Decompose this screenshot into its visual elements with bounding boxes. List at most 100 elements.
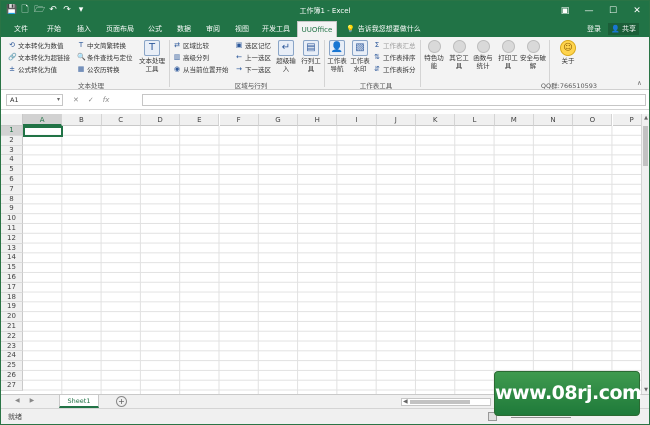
collapse-ribbon-icon[interactable]: ∧ xyxy=(637,78,642,88)
special-features-button[interactable]: 特色功能 xyxy=(422,40,446,70)
conditional-find-button[interactable]: 🔍 条件查找与定位 xyxy=(77,52,133,62)
tab-review[interactable]: 审阅 xyxy=(200,21,226,37)
next-selection-button[interactable]: → 下一选区 xyxy=(235,64,271,74)
prev-selection-button[interactable]: ← 上一选区 xyxy=(235,52,271,62)
row-header[interactable]: 11 xyxy=(1,224,23,234)
row-header[interactable]: 2 xyxy=(1,135,23,146)
scroll-down-icon[interactable]: ▼ xyxy=(642,386,649,394)
row-header[interactable]: 10 xyxy=(1,214,23,224)
scroll-up-icon[interactable]: ▲ xyxy=(642,114,649,122)
column-header[interactable]: I xyxy=(337,114,377,126)
column-header[interactable]: M xyxy=(494,114,534,126)
calendar-convert-button[interactable]: ▦ 公农历转换 xyxy=(77,64,120,74)
sheet-watermark-button[interactable]: ▧ 工作表水印 xyxy=(349,40,371,73)
row-header[interactable]: 16 xyxy=(1,273,23,283)
column-header[interactable]: F xyxy=(219,114,259,126)
chevron-down-icon[interactable]: ▾ xyxy=(57,95,60,105)
select-all-corner[interactable] xyxy=(1,114,23,126)
column-header[interactable]: P xyxy=(612,114,641,126)
row-header[interactable]: 26 xyxy=(1,371,23,381)
tab-view[interactable]: 视图 xyxy=(229,21,255,37)
tab-file[interactable]: 文件 xyxy=(7,21,35,37)
column-header[interactable]: N xyxy=(533,114,574,126)
maximize-button[interactable]: ☐ xyxy=(601,1,625,21)
login-link[interactable]: 登录 xyxy=(587,21,601,37)
column-header[interactable]: O xyxy=(573,114,613,126)
tab-home[interactable]: 开始 xyxy=(41,21,67,37)
sheet-prev-icon[interactable]: ◀ xyxy=(15,397,20,404)
add-sheet-icon[interactable]: + xyxy=(116,396,127,407)
row-header[interactable]: 14 xyxy=(1,253,23,264)
row-header[interactable]: 6 xyxy=(1,175,23,185)
close-button[interactable]: ✕ xyxy=(625,1,649,21)
row-header[interactable]: 3 xyxy=(1,145,23,156)
row-header[interactable]: 1 xyxy=(1,126,23,136)
formula-input[interactable] xyxy=(142,94,646,106)
row-header[interactable]: 23 xyxy=(1,341,23,352)
sheet-navigator-button[interactable]: 👤 工作表导航 xyxy=(326,40,348,73)
row-header[interactable]: 13 xyxy=(1,243,23,254)
hscroll-thumb[interactable] xyxy=(410,400,470,404)
selection-memory-button[interactable]: ▣ 选区记忆 xyxy=(235,40,271,50)
sheet-split-button[interactable]: ⇵ 工作表拆分 xyxy=(373,64,415,74)
about-button[interactable]: ☺ 关于 xyxy=(554,40,582,65)
column-header[interactable]: H xyxy=(298,114,338,126)
column-header[interactable]: E xyxy=(180,114,220,126)
row-header[interactable]: 8 xyxy=(1,194,23,205)
sheet-tab[interactable]: Sheet1 xyxy=(59,395,99,408)
range-compare-button[interactable]: ⇄ 区域比较 xyxy=(173,40,209,50)
tab-insert[interactable]: 插入 xyxy=(71,21,97,37)
tab-data[interactable]: 数据 xyxy=(171,21,197,37)
start-from-current-button[interactable]: ◉ 从当前位置开始 xyxy=(173,64,229,74)
active-cell[interactable] xyxy=(23,126,63,137)
enter-icon[interactable]: ✓ xyxy=(88,94,94,106)
row-header[interactable]: 22 xyxy=(1,331,23,342)
cancel-icon[interactable]: ✕ xyxy=(73,94,79,106)
row-header[interactable]: 7 xyxy=(1,184,23,195)
row-header[interactable]: 20 xyxy=(1,312,23,322)
print-tools-button[interactable]: 打印工具 xyxy=(496,40,520,70)
row-header[interactable]: 5 xyxy=(1,165,23,175)
column-header[interactable]: C xyxy=(101,114,141,126)
tab-page-layout[interactable]: 页面布局 xyxy=(102,21,138,37)
vertical-scrollbar[interactable]: ▲ ▼ xyxy=(641,114,649,394)
sheet-sort-button[interactable]: ⇅ 工作表排序 xyxy=(373,52,415,62)
text-to-number-button[interactable]: ⟲ 文本转化为数值 xyxy=(8,40,63,50)
sheet-summary-button[interactable]: Σ 工作表汇总 xyxy=(373,40,416,50)
advanced-split-button[interactable]: ▥ 高级分列 xyxy=(173,52,209,62)
formula-to-value-button[interactable]: ± 公式转化为值 xyxy=(8,64,57,74)
security-button[interactable]: 安全与破解 xyxy=(520,40,546,70)
zoom-slider[interactable] xyxy=(511,417,571,418)
row-header[interactable]: 9 xyxy=(1,204,23,215)
row-col-tools-button[interactable]: ▤ 行列工具 xyxy=(299,40,323,73)
column-header[interactable]: D xyxy=(140,114,181,126)
insert-function-icon[interactable]: fx xyxy=(103,94,110,106)
tab-uuoffice[interactable]: UUOffice xyxy=(297,21,337,37)
functions-stats-button[interactable]: 函数与统计 xyxy=(471,40,495,70)
column-header[interactable]: J xyxy=(376,114,416,126)
tab-formulas[interactable]: 公式 xyxy=(142,21,168,37)
row-header[interactable]: 24 xyxy=(1,351,23,362)
tell-me-box[interactable]: 💡 告诉我您想要做什么 xyxy=(346,21,421,37)
ribbon-display-icon[interactable]: ▣ xyxy=(553,1,577,21)
row-header[interactable]: 4 xyxy=(1,155,23,166)
row-header[interactable]: 21 xyxy=(1,322,23,332)
horizontal-scrollbar[interactable]: ◀ xyxy=(401,398,491,406)
scroll-thumb[interactable] xyxy=(643,126,648,166)
column-header[interactable]: G xyxy=(258,114,299,126)
chinese-convert-button[interactable]: T 中文简繁转换 xyxy=(77,40,126,50)
text-to-hyperlink-button[interactable]: 🔗 文本转化为超链接 xyxy=(8,52,70,62)
row-header[interactable]: 12 xyxy=(1,233,23,244)
text-tools-button[interactable]: T 文本处理工具 xyxy=(137,40,167,73)
cell-area[interactable] xyxy=(23,126,641,394)
row-header[interactable]: 17 xyxy=(1,282,23,293)
row-header[interactable]: 25 xyxy=(1,361,23,371)
tab-developer[interactable]: 开发工具 xyxy=(258,21,294,37)
row-header[interactable]: 19 xyxy=(1,302,23,313)
column-header[interactable]: B xyxy=(62,114,102,126)
super-input-button[interactable]: ↵ 超级输入 xyxy=(275,40,297,73)
column-header[interactable]: K xyxy=(416,114,456,126)
share-button[interactable]: 👤 共享 xyxy=(608,23,639,35)
other-tools-button[interactable]: 其它工具 xyxy=(447,40,471,70)
column-header[interactable]: A xyxy=(23,114,63,126)
